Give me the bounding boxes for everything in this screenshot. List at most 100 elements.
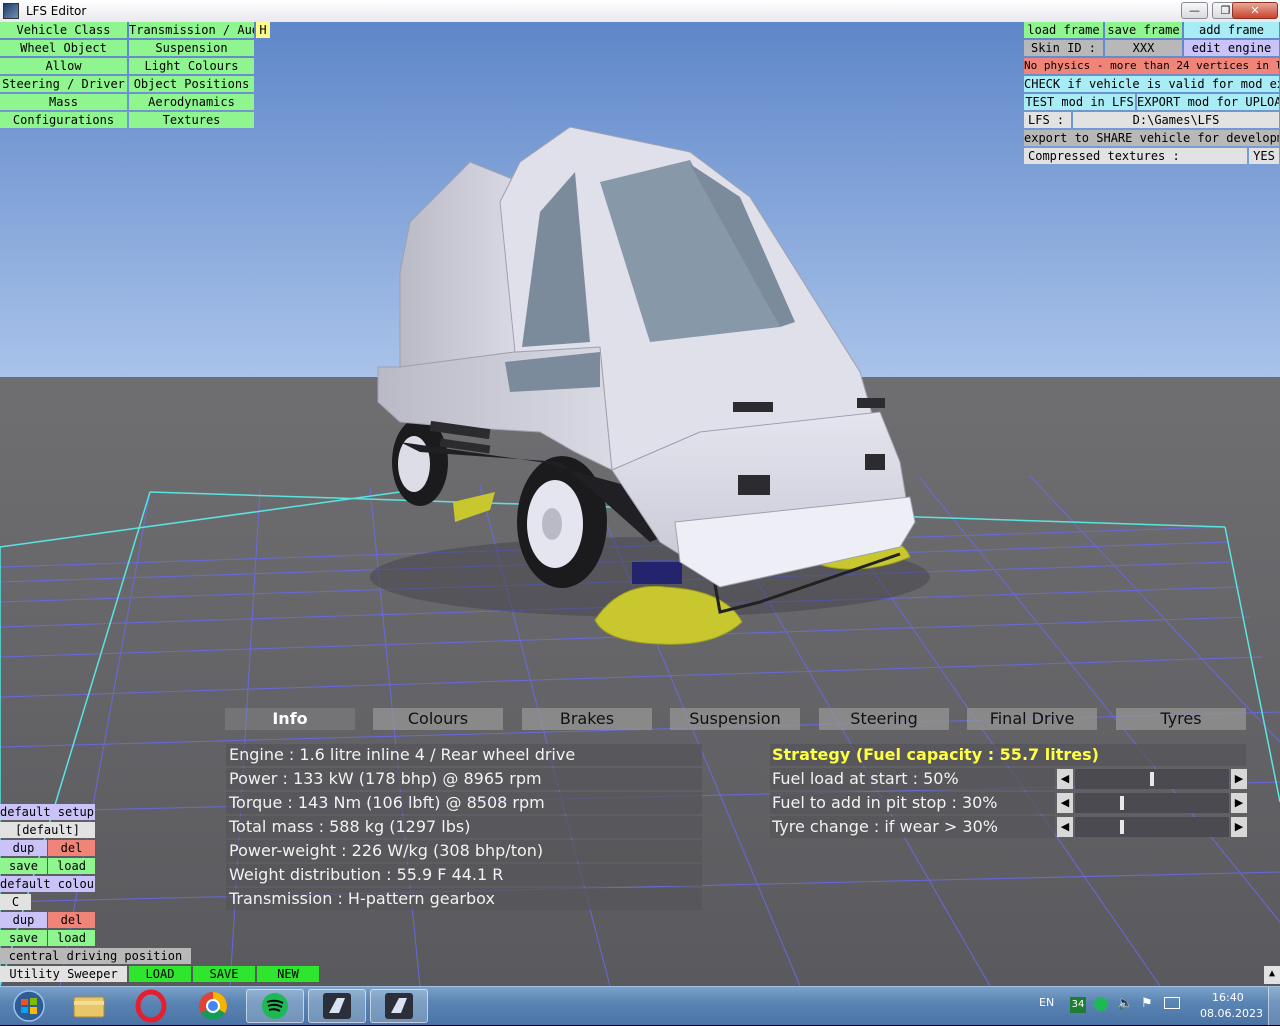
fuel-load-label: Fuel load at start : 50% (770, 768, 1055, 790)
info-power-weight: Power-weight : 226 W/kg (308 bhp/ton) (226, 840, 702, 862)
clock-time[interactable]: 16:40 (1212, 991, 1244, 1004)
info-torque: Torque : 143 Nm (106 lbft) @ 8508 rpm (226, 792, 702, 814)
colour-del-button[interactable]: del (48, 912, 95, 928)
file-explorer-icon[interactable] (60, 989, 118, 1023)
language-indicator[interactable]: EN (1039, 996, 1054, 1009)
lfs-editor-icon[interactable] (370, 989, 428, 1023)
slider-right-arrow-icon[interactable]: ▶ (1231, 793, 1247, 813)
tab-steering[interactable]: Steering (819, 708, 949, 730)
menu-configurations[interactable]: Configurations (0, 112, 127, 128)
tyre-change-label: Tyre change : if wear > 30% (770, 816, 1055, 838)
title-bar: LFS Editor — ❐ ✕ (0, 0, 1280, 23)
save-frame-button[interactable]: save frame (1105, 22, 1182, 38)
slider-right-arrow-icon[interactable]: ▶ (1231, 769, 1247, 789)
menu-object-positions[interactable]: Object Positions (129, 76, 254, 92)
strategy-header: Strategy (Fuel capacity : 55.7 litres) (770, 744, 1246, 766)
menu-wheel-object[interactable]: Wheel Object (0, 40, 127, 56)
compressed-textures-label: Compressed textures : (1024, 148, 1247, 164)
vehicle-name-field[interactable]: Utility Sweeper (0, 966, 127, 982)
taskbar: EN 34 🔈 ⚑ 16:40 08.06.2023 (0, 986, 1280, 1025)
scroll-up-icon[interactable]: ▲ (1264, 966, 1280, 984)
compressed-textures-toggle[interactable]: YES (1249, 148, 1279, 164)
info-weight-distribution: Weight distribution : 55.9 F 44.1 R (226, 864, 702, 886)
colour-dup-button[interactable]: dup (0, 912, 47, 928)
info-engine: Engine : 1.6 litre inline 4 / Rear wheel… (226, 744, 702, 766)
tab-suspension[interactable]: Suspension (670, 708, 800, 730)
colour-save-button[interactable]: save (0, 930, 47, 946)
edit-engine-button[interactable]: edit engine (1184, 40, 1279, 56)
skin-id-value[interactable]: XXX (1105, 40, 1182, 56)
fuel-pit-label: Fuel to add in pit stop : 30% (770, 792, 1055, 814)
opera-browser-icon[interactable] (122, 989, 180, 1023)
h-badge[interactable]: H (256, 22, 270, 38)
flag-icon[interactable]: ⚑ (1141, 996, 1153, 1011)
central-driving-position-button[interactable]: central driving position (0, 948, 191, 964)
menu-transmission-audio[interactable]: Transmission / Audio (129, 22, 254, 38)
lfs-app-icon[interactable] (308, 989, 366, 1023)
info-power: Power : 133 kW (178 bhp) @ 8965 rpm (226, 768, 702, 790)
setup-del-button[interactable]: del (48, 840, 95, 856)
skin-id-label: Skin ID : (1024, 40, 1103, 56)
slider-track[interactable] (1075, 769, 1229, 789)
fuel-pit-slider[interactable]: ◀ ▶ (1057, 793, 1247, 813)
slider-knob[interactable] (1120, 820, 1124, 834)
menu-suspension[interactable]: Suspension (129, 40, 254, 56)
menu-vehicle-class[interactable]: Vehicle Class (0, 22, 127, 38)
check-mod-button[interactable]: CHECK if vehicle is valid for mod export (1024, 76, 1279, 92)
close-button[interactable]: ✕ (1232, 2, 1278, 19)
tab-info[interactable]: Info (225, 708, 355, 730)
test-mod-button[interactable]: TEST mod in LFS (1024, 94, 1135, 110)
slider-left-arrow-icon[interactable]: ◀ (1057, 769, 1073, 789)
physics-warning: No physics - more than 24 vertices in lo… (1024, 58, 1279, 74)
chrome-browser-icon[interactable] (184, 989, 242, 1023)
setup-load-button[interactable]: load (48, 858, 95, 874)
lfs-path-value[interactable]: D:\Games\LFS (1073, 112, 1279, 128)
tray-badge-icon[interactable]: 34 (1070, 997, 1086, 1013)
tyre-change-slider[interactable]: ◀ ▶ (1057, 817, 1247, 837)
load-vehicle-button[interactable]: LOAD (129, 966, 191, 982)
slider-track[interactable] (1075, 793, 1229, 813)
menu-aerodynamics[interactable]: Aerodynamics (129, 94, 254, 110)
export-share-button[interactable]: export to SHARE vehicle for development (1024, 130, 1279, 146)
spotify-icon[interactable] (246, 989, 304, 1023)
menu-allow[interactable]: Allow (0, 58, 127, 74)
slider-left-arrow-icon[interactable]: ◀ (1057, 793, 1073, 813)
menu-steering-driver[interactable]: Steering / Driver (0, 76, 127, 92)
tab-final-drive[interactable]: Final Drive (967, 708, 1097, 730)
add-frame-button[interactable]: add frame (1184, 22, 1279, 38)
slider-right-arrow-icon[interactable]: ▶ (1231, 817, 1247, 837)
tab-colours[interactable]: Colours (373, 708, 503, 730)
show-desktop-button[interactable] (1268, 987, 1280, 1025)
network-icon[interactable] (1164, 997, 1180, 1009)
info-transmission: Transmission : H-pattern gearbox (226, 888, 702, 910)
window-title: LFS Editor (26, 4, 87, 18)
colour-load-button[interactable]: load (48, 930, 95, 946)
menu-light-colours[interactable]: Light Colours (129, 58, 254, 74)
spotify-tray-icon[interactable] (1094, 997, 1108, 1011)
default-setups-button[interactable]: default setups (0, 804, 95, 820)
fuel-load-slider[interactable]: ◀ ▶ (1057, 769, 1247, 789)
start-button[interactable] (0, 989, 58, 1023)
setup-save-button[interactable]: save (0, 858, 47, 874)
app-icon (3, 3, 19, 19)
slider-track[interactable] (1075, 817, 1229, 837)
tab-brakes[interactable]: Brakes (522, 708, 652, 730)
minimize-button[interactable]: — (1181, 2, 1208, 19)
menu-mass[interactable]: Mass (0, 94, 127, 110)
clock-date[interactable]: 08.06.2023 (1200, 1007, 1263, 1020)
slider-knob[interactable] (1150, 772, 1154, 786)
default-colours-button[interactable]: default colours (0, 876, 95, 892)
menu-textures[interactable]: Textures (129, 112, 254, 128)
volume-icon[interactable]: 🔈 (1117, 996, 1133, 1011)
slider-left-arrow-icon[interactable]: ◀ (1057, 817, 1073, 837)
save-vehicle-button[interactable]: SAVE (193, 966, 255, 982)
load-frame-button[interactable]: load frame (1024, 22, 1103, 38)
info-total-mass: Total mass : 588 kg (1297 lbs) (226, 816, 702, 838)
tab-tyres[interactable]: Tyres (1116, 708, 1246, 730)
export-mod-button[interactable]: EXPORT mod for UPLOAD (1137, 94, 1279, 110)
setup-name[interactable]: [default] (0, 822, 95, 838)
colour-name[interactable]: C (0, 894, 31, 910)
new-vehicle-button[interactable]: NEW (257, 966, 319, 982)
slider-knob[interactable] (1120, 796, 1124, 810)
setup-dup-button[interactable]: dup (0, 840, 47, 856)
